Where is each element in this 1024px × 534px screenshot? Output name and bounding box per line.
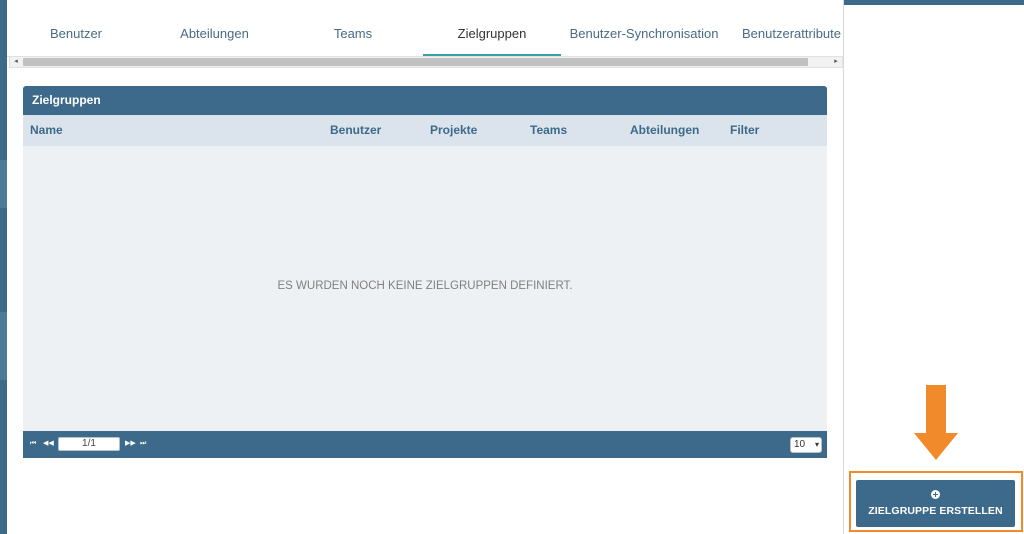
tab-abteilungen[interactable]: Abteilungen <box>162 12 267 56</box>
right-panel-top-bar <box>844 0 1024 5</box>
first-page-icon[interactable]: ⏮ <box>30 438 36 450</box>
sidebar-segment <box>0 312 7 380</box>
create-target-group-label: ZIELGRUPPE ERSTELLEN <box>868 505 1003 517</box>
prev-page-icon[interactable]: ◀◀ <box>43 438 54 450</box>
horizontal-scrollbar[interactable]: ◂ ▸ <box>9 56 843 68</box>
scroll-left-icon[interactable]: ◂ <box>10 57 22 67</box>
tab-benutzer[interactable]: Benutzer <box>25 12 127 56</box>
page-size-select[interactable]: 10 ▾ <box>790 437 822 453</box>
tab-bar: Benutzer Abteilungen Teams Zielgruppen B… <box>7 12 843 57</box>
right-action-panel: ZIELGRUPPE ERSTELLEN <box>843 0 1024 534</box>
column-header-projekte[interactable]: Projekte <box>430 115 477 146</box>
tab-teams[interactable]: Teams <box>300 12 406 56</box>
tab-benutzer-synchronisation[interactable]: Benutzer-Synchronisation <box>567 12 721 56</box>
scroll-right-icon[interactable]: ▸ <box>830 57 842 67</box>
create-target-group-button[interactable]: ZIELGRUPPE ERSTELLEN <box>856 480 1015 527</box>
plus-circle-icon <box>931 490 940 499</box>
column-header-abteilungen[interactable]: Abteilungen <box>630 115 699 146</box>
main-content: Benutzer Abteilungen Teams Zielgruppen B… <box>7 0 843 534</box>
page-size-value: 10 <box>794 439 806 450</box>
sidebar-segment <box>0 160 7 208</box>
tab-zielgruppen[interactable]: Zielgruppen <box>423 12 561 56</box>
target-groups-panel: Zielgruppen Name Benutzer Projekte Teams… <box>23 86 827 458</box>
column-header-name[interactable]: Name <box>30 115 63 146</box>
empty-state-message: ES WURDEN NOCH KEINE ZIELGRUPPEN DEFINIE… <box>277 280 573 292</box>
last-page-icon[interactable]: ⏭ <box>140 438 146 450</box>
scrollbar-thumb[interactable] <box>23 58 808 66</box>
arrow-down-icon <box>914 385 958 460</box>
column-header-benutzer[interactable]: Benutzer <box>330 115 381 146</box>
tab-benutzerattribute[interactable]: Benutzerattribute <box>742 12 843 56</box>
chevron-down-icon: ▾ <box>814 440 819 449</box>
column-header-filter[interactable]: Filter <box>730 115 759 146</box>
left-sidebar-strip <box>0 0 7 534</box>
next-page-icon[interactable]: ▶▶ <box>125 438 136 450</box>
table-header-row: Name Benutzer Projekte Teams Abteilungen… <box>23 115 827 146</box>
pagination-bar: ⏮ ◀◀ 1/1 ▶▶ ⏭ 10 ▾ <box>23 431 827 458</box>
panel-title: Zielgruppen <box>23 86 827 115</box>
page-number-input[interactable]: 1/1 <box>58 437 120 451</box>
column-header-teams[interactable]: Teams <box>530 115 567 146</box>
